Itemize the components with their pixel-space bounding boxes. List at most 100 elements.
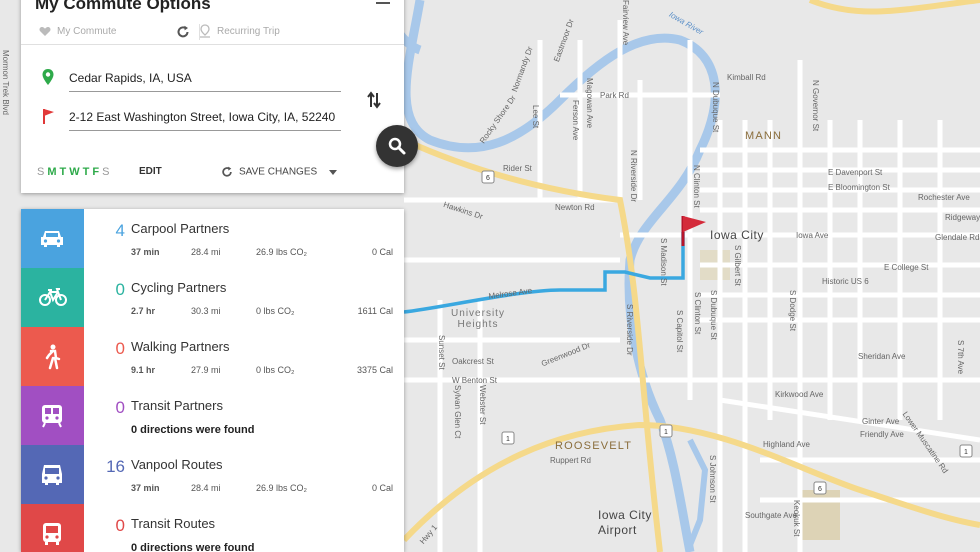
day-toggle[interactable]: S [102,166,112,178]
option-name: Carpool Partners [131,221,230,236]
street-label: Fairview Ave [621,0,630,46]
option-distance: 30.3 mi [191,306,221,316]
street-label: N Governor St [811,80,820,132]
street-label: Mormon Trek Blvd [1,50,10,115]
street-label: Ridgeway Dr [945,213,980,222]
airport-label: Iowa City Airport [598,508,658,538]
option-stats: 2.7 hr 30.3 mi 0 lbs CO₂ 1611 Cal [131,306,393,318]
svg-text:6: 6 [486,175,490,182]
option-name: Transit Partners [131,398,223,413]
destination-row: 2-12 East Washington Street, Iowa City, … [41,107,341,131]
day-toggle[interactable]: M [47,166,59,178]
option-stats: 37 min 28.4 mi 26.9 lbs CO₂ 0 Cal [131,483,393,495]
city-label: Iowa City [710,228,764,242]
save-changes-button[interactable]: SAVE CHANGES [221,166,317,178]
street-label: Park Rd [600,91,629,100]
street-label: Oakcrest St [452,357,494,366]
option-calories: 0 Cal [371,483,393,493]
origin-field[interactable]: Cedar Rapids, IA, USA [69,71,341,92]
street-label: Ferson Ave [571,100,580,141]
option-time: 9.1 hr [131,365,156,375]
option-count: 4 [115,221,125,240]
option-transit-partners[interactable]: 0 Transit Partners 0 directions were fou… [21,386,404,445]
tab-recurring-trip[interactable]: Recurring Trip [199,20,280,44]
commute-options-list: 4 Carpool Partners 37 min 28.4 mi 26.9 l… [21,209,404,552]
bus-icon [43,523,61,545]
street-label: Sylvan Glen Ct [453,385,462,439]
neighborhood-label: University Heights [448,308,508,330]
street-label: Kimball Rd [727,73,766,82]
option-co2: 26.9 lbs CO₂ [256,483,308,493]
street-label: S Johnson St [708,455,717,503]
search-icon [388,137,406,155]
svg-text:1: 1 [964,449,968,456]
heart-icon [39,26,51,36]
option-name: Walking Partners [131,339,230,354]
option-cycling[interactable]: 0 Cycling Partners 2.7 hr 30.3 mi 0 lbs … [21,268,404,327]
neighborhood-label: ROOSEVELT [555,440,633,452]
street-label: N Clinton St [692,165,701,208]
option-distance: 28.4 mi [191,247,221,257]
option-time: 2.7 hr [131,306,156,316]
option-icon-tile [21,445,84,504]
street-label: S Madison St [659,238,668,286]
option-stats: 9.1 hr 27.9 mi 0 lbs CO₂ 3375 Cal [131,365,393,377]
day-toggle[interactable]: T [83,166,93,178]
tab-bar: My Commute Recurring Trip [21,20,404,45]
option-distance: 28.4 mi [191,483,221,493]
street-label: N Riverside Dr [629,150,638,203]
option-time: 37 min [131,247,160,257]
origin-row: Cedar Rapids, IA, USA [41,68,341,92]
option-name: Vanpool Routes [131,457,223,472]
edit-button[interactable]: EDIT [139,166,162,177]
option-transit-routes[interactable]: 0 Transit Routes 0 directions were found [21,504,404,552]
street-label: Newton Rd [555,203,595,212]
option-count: 0 [115,339,125,358]
map-pin-icon [200,24,210,39]
train-icon [42,405,62,428]
street-label: Kirkwood Ave [775,390,824,399]
svg-text:6: 6 [818,486,822,493]
option-walking[interactable]: 0 Walking Partners 9.1 hr 27.9 mi 0 lbs … [21,327,404,386]
option-vanpool[interactable]: 16 Vanpool Routes 37 min 28.4 mi 26.9 lb… [21,445,404,504]
option-name: Transit Routes [131,516,216,531]
svg-text:1: 1 [506,436,510,443]
menu-icon[interactable] [376,0,390,8]
tab-my-commute[interactable]: My Commute [39,20,116,44]
street-label: S 7th Ave [956,340,965,375]
street-label: E Davenport St [828,168,883,177]
street-label: S Clinton St [693,292,702,335]
street-label: Keokuk St [792,500,801,537]
destination-field[interactable]: 2-12 East Washington Street, Iowa City, … [69,110,341,131]
street-label: Sunset St [437,335,446,370]
option-count: 0 [115,280,125,299]
option-message: 0 directions were found [131,424,255,436]
neighborhood-name: University Heights [451,308,505,330]
refresh-icon[interactable] [176,25,190,39]
street-label: Webster St [478,385,487,425]
street-label: Friendly Ave [860,430,904,439]
option-icon-tile [21,327,84,386]
street-label: E College St [884,263,929,272]
day-toggle[interactable]: T [60,166,70,178]
option-icon-tile [21,268,84,327]
street-label: Sheridan Ave [858,352,906,361]
street-label: Ruppert Rd [550,456,591,465]
option-icon-tile [21,504,84,552]
option-calories: 3375 Cal [356,365,393,375]
option-co2: 0 lbs CO₂ [256,365,295,375]
commute-options-panel: My Commute Options My Commute Recurring … [21,0,418,193]
street-label: S Dodge St [788,290,797,331]
option-message: 0 directions were found [131,542,255,552]
day-toggle[interactable]: F [92,166,102,178]
option-icon-tile [21,386,84,445]
option-carpool[interactable]: 4 Carpool Partners 37 min 28.4 mi 26.9 l… [21,209,404,268]
street-label: Lee St [531,105,540,129]
street-label: Iowa Ave [796,231,829,240]
day-toggle[interactable]: W [69,166,82,178]
chevron-down-icon[interactable] [329,170,337,175]
street-label: S Capitol St [675,310,684,353]
search-button[interactable] [376,125,418,167]
day-toggle[interactable]: S [37,166,47,178]
swap-icon[interactable] [366,90,382,110]
